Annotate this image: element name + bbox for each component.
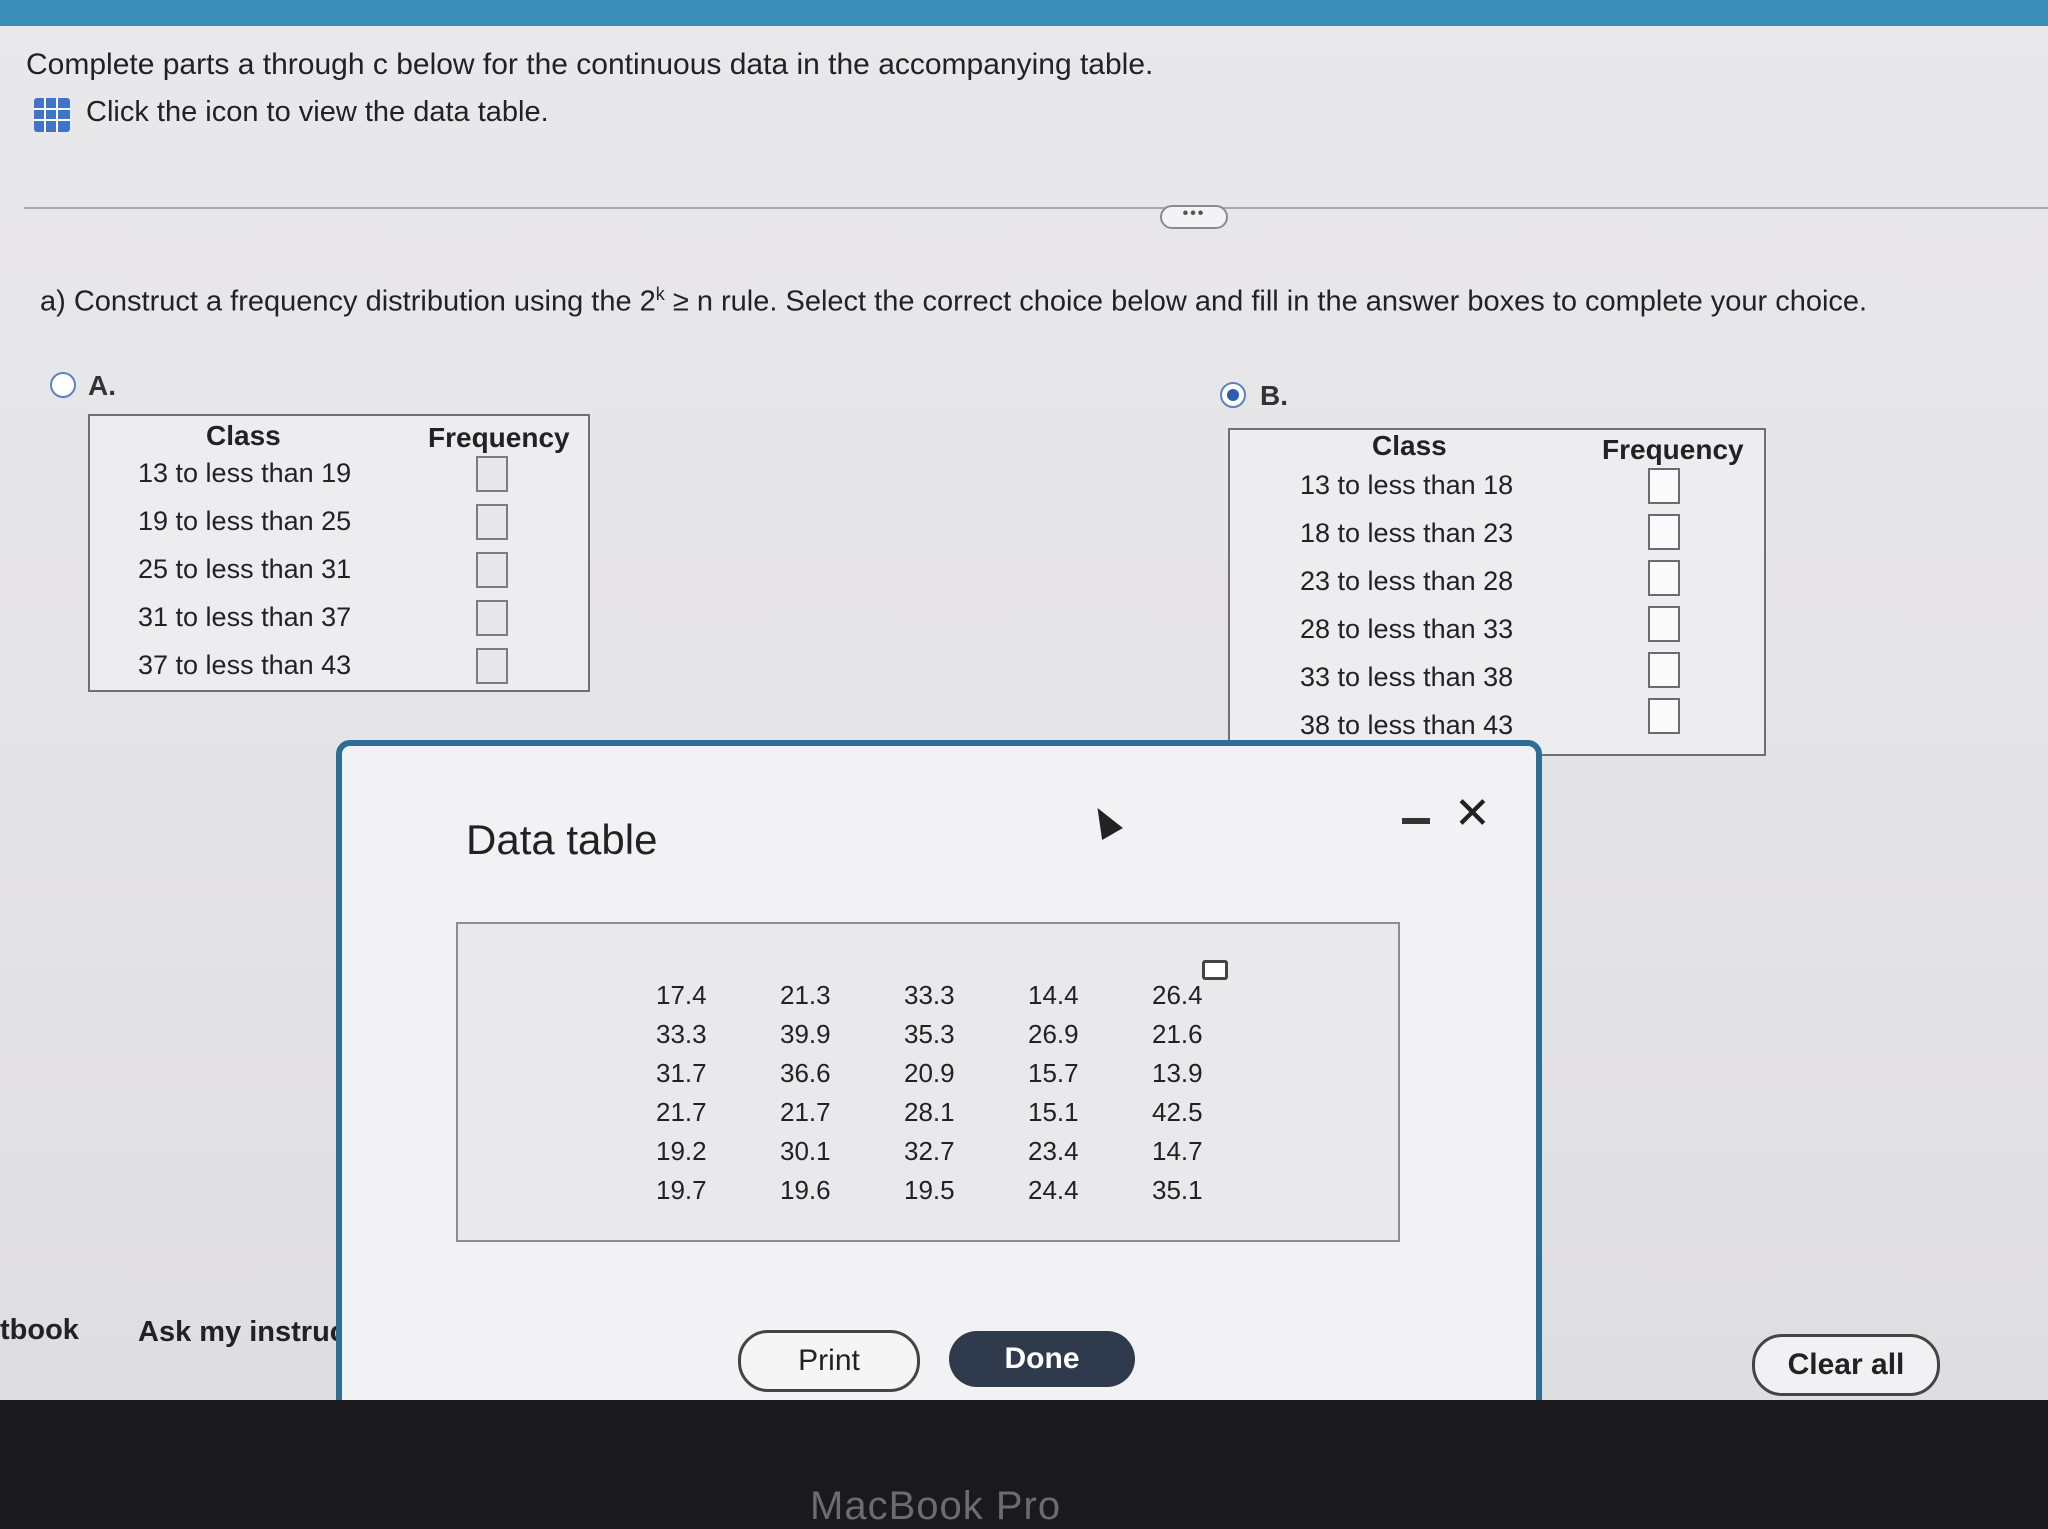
data-cell: 35.1 [1152, 1175, 1203, 1205]
data-cell: 13.9 [1152, 1058, 1203, 1088]
data-cell: 20.9 [904, 1058, 955, 1088]
class-row-label: 25 to less than 31 [138, 554, 352, 584]
frequency-input[interactable] [476, 648, 508, 684]
data-table: 17.4 33.3 31.7 21.7 19.2 19.7 21.3 39.9 36.6 21.7… [456, 922, 1400, 1242]
frequency-input[interactable] [476, 504, 508, 540]
device-label: MacBook Pro [810, 1484, 1062, 1528]
class-row-label: 37 to less than 43 [138, 650, 352, 680]
data-cell: 15.1 [1028, 1097, 1079, 1127]
data-cell: 26.4 [1152, 980, 1203, 1010]
frequency-input[interactable] [1648, 698, 1680, 734]
class-row-label: 38 to less than 43 [1300, 710, 1514, 740]
frequency-header: Frequency [1602, 434, 1744, 465]
data-cell: 15.7 [1028, 1058, 1079, 1088]
class-row-label: 23 to less than 28 [1300, 566, 1514, 596]
frequency-input[interactable] [476, 456, 508, 492]
data-cell: 21.6 [1152, 1019, 1203, 1049]
class-row-label: 13 to less than 19 [138, 458, 352, 488]
data-cell: 36.6 [780, 1058, 831, 1088]
option-a-label: A. [88, 370, 116, 401]
data-cell: 42.5 [1152, 1097, 1203, 1127]
done-button[interactable]: Done [949, 1331, 1135, 1387]
class-row-label: 28 to less than 33 [1300, 614, 1514, 644]
question-sup: k [655, 284, 665, 304]
print-button[interactable]: Print [738, 1330, 920, 1392]
screen: Complete parts a through c below for the… [0, 0, 2048, 1400]
data-cell: 14.4 [1028, 980, 1079, 1010]
data-table-icon[interactable] [34, 98, 70, 132]
data-cell: 26.9 [1028, 1019, 1079, 1049]
data-cell: 33.3 [656, 1019, 707, 1049]
class-row-label: 18 to less than 23 [1300, 518, 1514, 548]
frequency-input[interactable] [1648, 560, 1680, 596]
ask-instructor-link[interactable]: Ask my instruct [138, 1316, 356, 1349]
data-cell: 21.7 [656, 1097, 707, 1127]
data-cell: 21.7 [780, 1097, 831, 1127]
minimize-icon[interactable] [1402, 818, 1430, 824]
view-table-link[interactable]: Click the icon to view the data table. [86, 96, 549, 129]
data-cell: 21.3 [780, 980, 831, 1010]
data-cell: 19.7 [656, 1175, 707, 1205]
data-cell: 19.2 [656, 1136, 707, 1166]
modal-title: Data table [466, 816, 658, 863]
data-cell: 14.7 [1152, 1136, 1203, 1166]
textbook-link[interactable]: tbook [0, 1314, 79, 1347]
data-cell: 39.9 [780, 1019, 831, 1049]
option-a-radio[interactable] [50, 372, 76, 398]
option-a-table: Class Frequency 13 to less than 19 19 to … [88, 414, 590, 692]
class-row-label: 13 to less than 18 [1300, 470, 1514, 500]
data-cell: 32.7 [904, 1136, 955, 1166]
data-cell: 28.1 [904, 1097, 955, 1127]
class-row-label: 33 to less than 38 [1300, 662, 1514, 692]
clear-all-button[interactable]: Clear all [1752, 1334, 1940, 1396]
option-b-radio[interactable] [1220, 382, 1246, 408]
copy-icon[interactable] [1202, 960, 1228, 980]
frequency-input[interactable] [476, 600, 508, 636]
class-header: Class [206, 420, 281, 451]
question-prefix: a) Construct a frequency distribution us… [40, 285, 656, 318]
close-icon[interactable]: ✕ [1454, 792, 1491, 836]
frequency-input[interactable] [476, 552, 508, 588]
data-table-modal: Data table ✕ 17.4 33.3 31.7 21.7 19.2 19.7 21.… [336, 740, 1542, 1400]
frequency-input[interactable] [1648, 468, 1680, 504]
top-bar [0, 0, 2048, 26]
class-header: Class [1372, 430, 1447, 461]
frequency-input[interactable] [1648, 606, 1680, 642]
frequency-input[interactable] [1648, 514, 1680, 550]
instructions-text: Complete parts a through c below for the… [26, 48, 1154, 81]
frequency-input[interactable] [1648, 652, 1680, 688]
option-b-table: Class Frequency 13 to less than 18 18 to … [1228, 428, 1766, 756]
data-cell: 19.5 [904, 1175, 955, 1205]
question-suffix: ≥ n rule. Select the correct choice belo… [664, 285, 1868, 318]
data-cell: 23.4 [1028, 1136, 1079, 1166]
class-row-label: 31 to less than 37 [138, 602, 352, 632]
data-cell: 30.1 [780, 1136, 831, 1166]
divider [24, 207, 2048, 209]
option-b-label: B. [1260, 380, 1288, 411]
data-cell: 17.4 [656, 980, 707, 1010]
question-text: a) Construct a frequency distribution us… [40, 284, 1867, 319]
data-cell: 35.3 [904, 1019, 955, 1049]
class-row-label: 19 to less than 25 [138, 506, 352, 536]
data-cell: 31.7 [656, 1058, 707, 1088]
data-cell: 19.6 [780, 1175, 831, 1205]
data-cell: 33.3 [904, 980, 955, 1010]
frequency-header: Frequency [428, 422, 570, 453]
more-button[interactable]: ••• [1160, 205, 1228, 229]
data-cell: 24.4 [1028, 1175, 1079, 1205]
